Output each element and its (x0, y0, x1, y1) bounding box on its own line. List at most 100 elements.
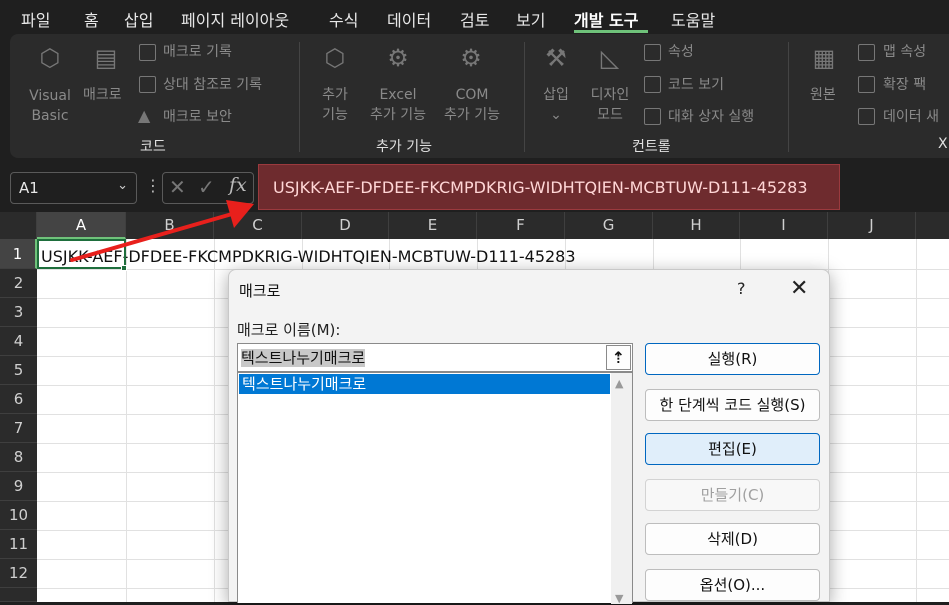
insert-function-icon[interactable]: fx (229, 174, 247, 196)
group-addins-label: 추가 기능 (376, 139, 432, 155)
delete-button[interactable]: 삭제(D) (645, 523, 820, 555)
row-header-7[interactable]: 7 (0, 414, 37, 443)
row-header-12[interactable]: 12 (0, 559, 37, 588)
design-mode-button[interactable]: 디자인 모드 (586, 85, 634, 125)
group-controls-label: 컨트롤 (632, 139, 671, 155)
scroll-up-icon[interactable]: ▲ (615, 377, 623, 390)
column-header-d[interactable]: D (302, 212, 389, 239)
name-box[interactable]: A1 ⌄ (10, 172, 137, 204)
confirm-icon[interactable]: ✓ (198, 175, 215, 199)
help-icon[interactable]: ? (737, 279, 746, 298)
gear-icon: ⚙ (387, 44, 409, 72)
excel-addins-button[interactable]: Excel 추가 기능 (360, 85, 436, 125)
cell-a1[interactable] (37, 239, 126, 269)
refresh-data-button[interactable]: 데이터 새 (883, 107, 939, 127)
cancel-icon[interactable]: ✕ (169, 175, 186, 199)
tab-help[interactable]: 도움말 (671, 7, 715, 31)
active-tab-indicator (574, 30, 648, 33)
run-dialog-button[interactable]: 대화 상자 실행 (668, 107, 754, 127)
list-scrollbar[interactable]: ▲ ▼ (611, 373, 632, 605)
map-properties-button[interactable]: 맵 속성 (883, 42, 926, 62)
macro-button[interactable]: 매크로 (83, 85, 122, 105)
view-code-button[interactable]: 코드 보기 (668, 75, 724, 95)
ribbon-separator (524, 42, 525, 152)
visual-basic-button[interactable]: Visual Basic (24, 86, 76, 126)
chevron-down-icon[interactable]: ⌄ (117, 178, 128, 193)
edit-button[interactable]: 편집(E) (645, 433, 820, 465)
row-header-2[interactable]: 2 (0, 269, 37, 298)
source-icon: ▦ (812, 44, 836, 72)
column-header-h[interactable]: H (653, 212, 740, 239)
row-header-13[interactable] (0, 588, 37, 602)
macro-security-button[interactable]: 매크로 보안 (163, 107, 232, 127)
grid-line (126, 239, 127, 602)
warning-icon: ▲ (138, 106, 151, 125)
tab-home[interactable]: 홈 (84, 7, 99, 31)
com-gear-icon: ⚙ (460, 44, 482, 72)
run-dialog-icon (644, 108, 661, 125)
tab-formulas[interactable]: 수식 (329, 7, 358, 31)
row-header-6[interactable]: 6 (0, 385, 37, 414)
fill-handle[interactable] (121, 265, 127, 271)
row-header-3[interactable]: 3 (0, 298, 37, 327)
column-header-k[interactable] (916, 212, 949, 239)
properties-button[interactable]: 속성 (668, 42, 694, 62)
column-header-a[interactable]: A (37, 212, 126, 239)
com-addins-label-2: 추가 기능 (444, 107, 500, 123)
row-header-5[interactable]: 5 (0, 356, 37, 385)
addins-label-2: 기능 (322, 107, 348, 123)
tab-review[interactable]: 검토 (460, 7, 489, 31)
macro-list[interactable]: 텍스트나누기매크로 ▲ ▼ (237, 372, 633, 605)
ribbon-separator (788, 42, 789, 152)
column-header-j[interactable]: J (828, 212, 916, 239)
insert-control-button[interactable]: 삽입 ⌄ (536, 85, 576, 125)
grid-icon (139, 76, 156, 93)
view-code-icon (644, 76, 661, 93)
column-header-b[interactable]: B (126, 212, 214, 239)
com-addins-label-1: COM (455, 87, 489, 103)
tab-file[interactable]: 파일 (21, 7, 50, 31)
com-addins-button[interactable]: COM 추가 기능 (434, 85, 510, 125)
refresh-data-icon (858, 108, 875, 125)
more-options-icon[interactable]: ⋮ (145, 176, 161, 195)
formula-input[interactable]: USJKK-AEF-DFDEE-FKCMPDKRIG-WIDHTQIEN-MCB… (258, 164, 840, 210)
run-button[interactable]: 실행(R) (645, 343, 820, 375)
tab-insert[interactable]: 삽입 (124, 7, 153, 31)
source-button[interactable]: 원본 (810, 85, 836, 105)
column-header-c[interactable]: C (214, 212, 302, 239)
tab-data[interactable]: 데이터 (387, 7, 431, 31)
column-header-i[interactable]: I (740, 212, 828, 239)
row-header-8[interactable]: 8 (0, 443, 37, 472)
column-header-e[interactable]: E (389, 212, 477, 239)
tab-view[interactable]: 보기 (516, 7, 545, 31)
addins-button[interactable]: 추가 기능 (315, 85, 355, 125)
options-button[interactable]: 옵션(O)... (645, 569, 820, 601)
macro-name-label: 매크로 이름(M): (237, 321, 341, 339)
row-header-4[interactable]: 4 (0, 327, 37, 356)
row-header-11[interactable]: 11 (0, 530, 37, 559)
step-into-button[interactable]: 한 단계씩 코드 실행(S) (645, 389, 820, 421)
macro-name-input[interactable]: 텍스트나누기매크로 (237, 343, 633, 372)
row-header-10[interactable]: 10 (0, 501, 37, 530)
expansion-pack-icon (858, 76, 875, 93)
column-header-g[interactable]: G (565, 212, 653, 239)
tab-developer[interactable]: 개발 도구 (574, 7, 638, 31)
row-header-9[interactable]: 9 (0, 472, 37, 501)
grid-line (214, 239, 215, 602)
select-all-corner[interactable] (0, 212, 37, 239)
menu-bar: 파일 홈 삽입 페이지 레이아웃 수식 데이터 검토 보기 개발 도구 도움말 (0, 0, 949, 34)
row-header-1[interactable]: 1 (0, 239, 37, 269)
record-macro-button[interactable]: 매크로 기록 (163, 42, 232, 62)
macro-name-value: 텍스트나누기매크로 (241, 349, 366, 367)
tab-page-layout[interactable]: 페이지 레이아웃 (181, 7, 289, 31)
list-item[interactable]: 텍스트나누기매크로 (239, 374, 610, 394)
scroll-down-icon[interactable]: ▼ (615, 592, 623, 605)
column-header-f[interactable]: F (477, 212, 565, 239)
collapse-dialog-button[interactable]: ⇡ (606, 345, 631, 370)
expansion-pack-button[interactable]: 확장 팩 (883, 75, 926, 95)
visual-basic-icon: ⬡ (39, 44, 61, 72)
create-button: 만들기(C) (645, 479, 820, 511)
relative-reference-button[interactable]: 상대 참조로 기록 (163, 75, 262, 95)
record-macro-icon (139, 44, 156, 61)
close-icon[interactable]: ✕ (790, 276, 808, 301)
